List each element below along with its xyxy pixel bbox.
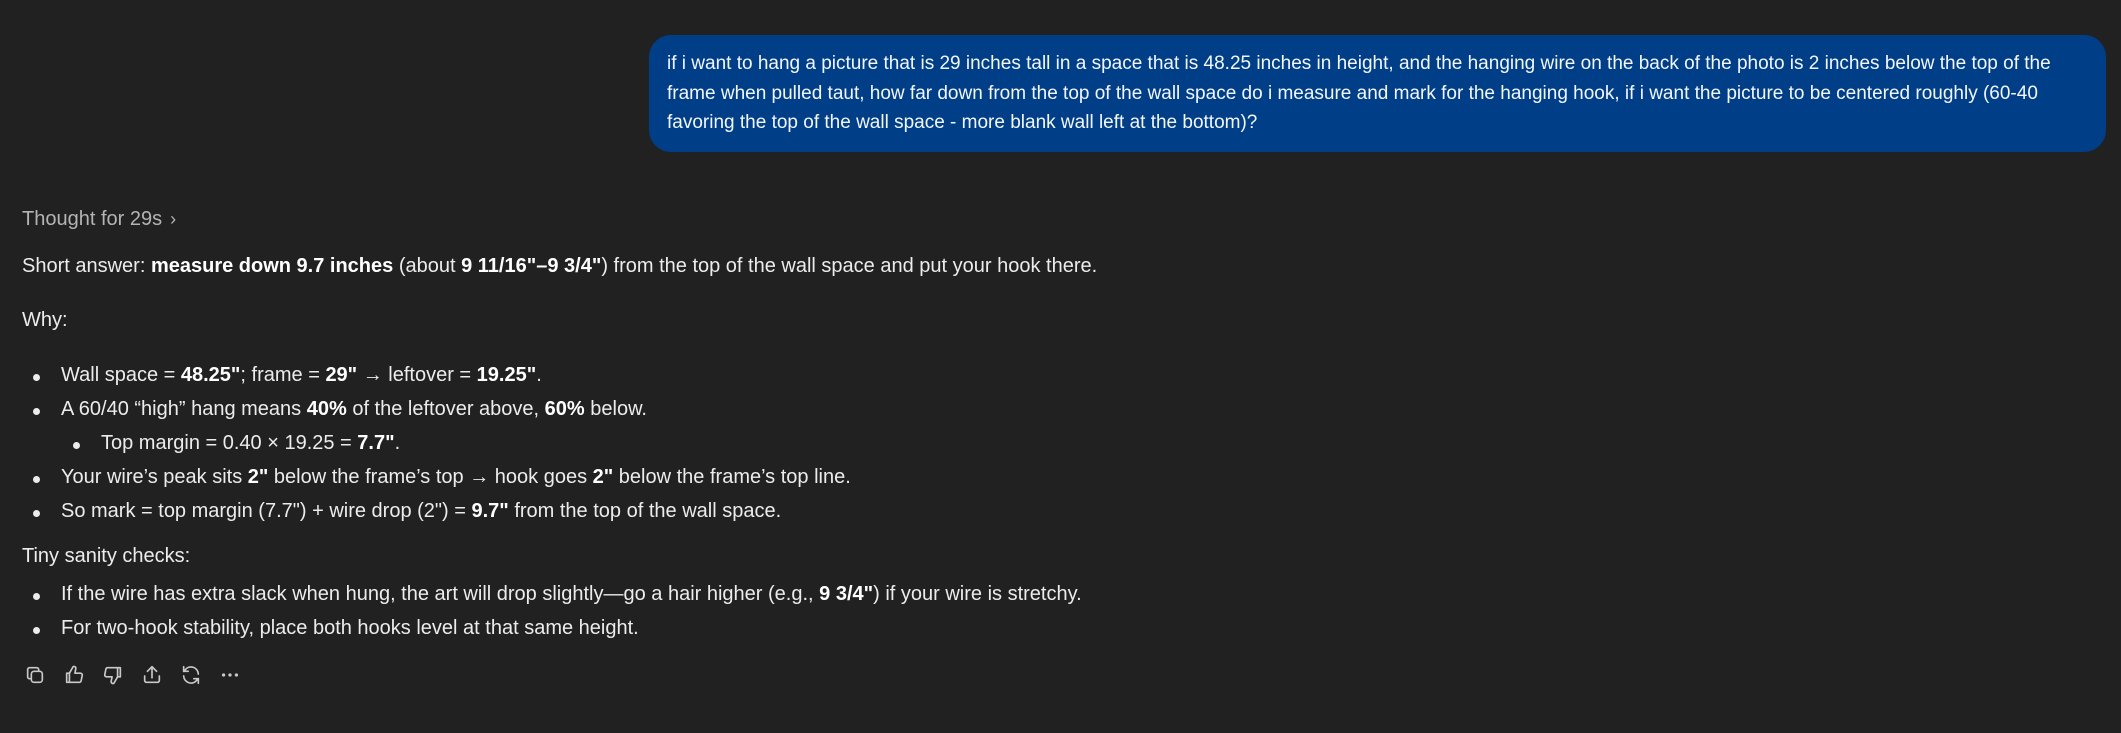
bullet-dot [33,476,40,483]
short-answer-suffix: ) from the top of the wall space and put… [601,255,1098,277]
share-icon[interactable] [141,664,163,686]
why-item: Your wire’s peak sits 2" below the frame… [61,466,851,488]
why-item: Wall space = 48.25"; frame = 29" → lefto… [61,364,542,386]
bullet-dot [33,510,40,517]
why-item: A 60/40 “high” hang means 40% of the lef… [61,398,647,420]
thought-label: Thought for 29s [22,208,163,230]
short-answer-bold-2: 9 11/16"–9 3/4" [461,255,602,277]
user-message-bubble: if i want to hang a picture that is 29 i… [649,35,2106,152]
message-actions [24,664,241,686]
why-item: So mark = top margin (7.7") + wire drop … [61,500,782,522]
thumbs-up-icon[interactable] [63,664,85,686]
bullet-dot [33,627,40,634]
chevron-right-icon: › [170,209,177,229]
thumbs-down-icon[interactable] [102,664,124,686]
short-answer-bold-1: measure down 9.7 inches [150,255,394,277]
short-answer-mid: (about [393,255,462,277]
why-sub-item: Top margin = 0.40 × 19.25 = 7.7". [101,432,401,454]
thought-toggle[interactable]: Thought for 29s › [22,208,176,231]
more-icon[interactable] [219,664,241,686]
sanity-heading: Tiny sanity checks: [22,545,191,567]
bullet-dot [33,408,40,415]
bullet-dot [33,374,40,381]
why-heading: Why: [22,309,68,331]
short-answer: Short answer: measure down 9.7 inches (a… [22,255,1097,278]
sanity-item: If the wire has extra slack when hung, t… [61,583,1082,605]
sanity-item: For two-hook stability, place both hooks… [61,617,639,639]
user-message-text: if i want to hang a picture that is 29 i… [667,53,2051,133]
bullet-dot [33,593,40,600]
regenerate-icon[interactable] [180,664,202,686]
short-answer-prefix: Short answer: [22,255,151,277]
copy-icon[interactable] [24,664,46,686]
sub-bullet-dot [73,442,80,449]
